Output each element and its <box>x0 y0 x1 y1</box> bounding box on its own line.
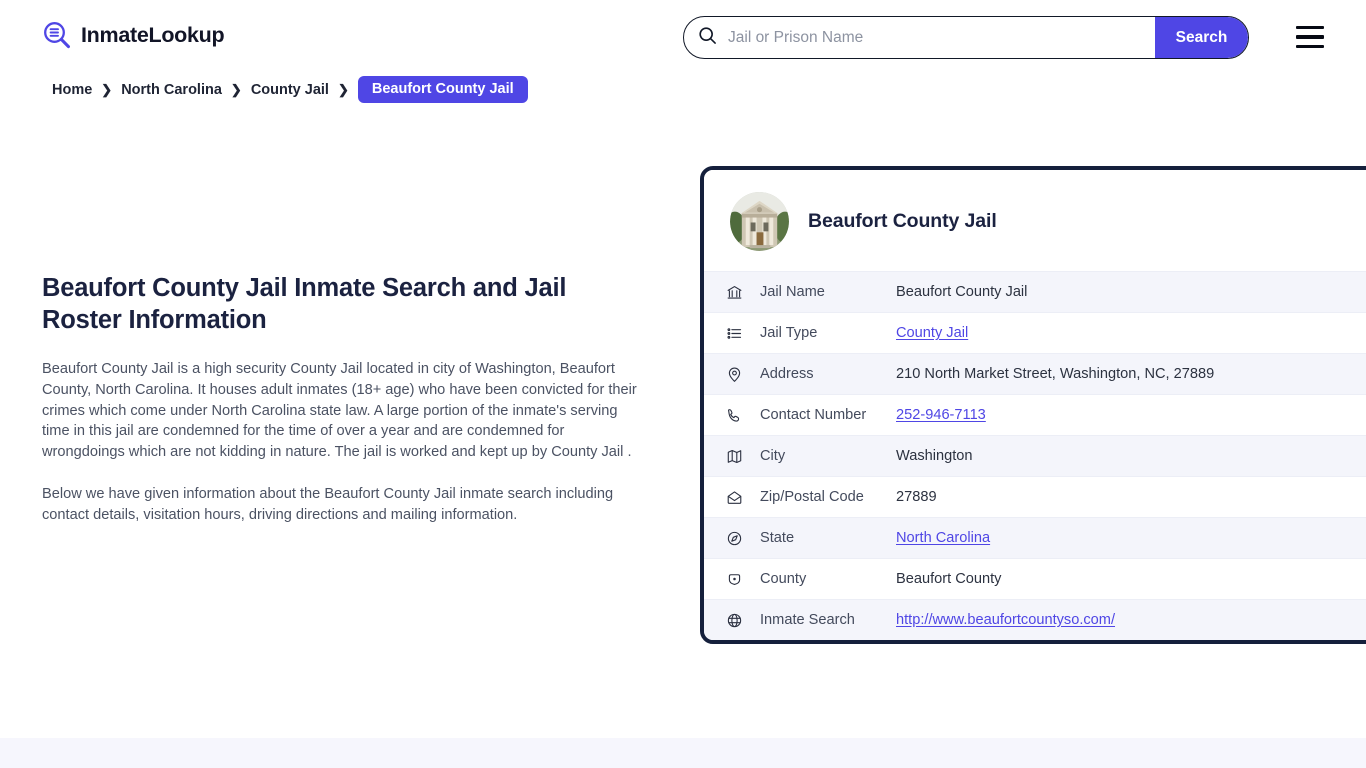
table-row: Contact Number 252-946-7113 <box>704 394 1366 435</box>
state-link[interactable]: North Carolina <box>896 530 990 546</box>
row-label: Jail Name <box>760 284 878 300</box>
row-value: Beaufort County Jail <box>896 284 1366 300</box>
phone-link[interactable]: 252-946-7113 <box>896 407 986 423</box>
magnifier-list-icon <box>42 20 72 50</box>
table-row: Jail Type County Jail <box>704 312 1366 353</box>
hamburger-bar <box>1296 35 1324 38</box>
search-bar[interactable]: Search <box>683 16 1249 59</box>
main-content-left: Beaufort County Jail Inmate Search and J… <box>42 272 642 525</box>
brand-logo-link[interactable]: InmateLookup <box>42 20 224 50</box>
search-input[interactable] <box>717 17 1155 58</box>
row-label: County <box>760 571 878 587</box>
row-label: Zip/Postal Code <box>760 489 878 505</box>
row-value: 252-946-7113 <box>896 407 1366 423</box>
search-button[interactable]: Search <box>1155 17 1248 58</box>
jail-info-card-header: Beaufort County Jail <box>704 170 1366 271</box>
breadcrumb-item-home[interactable]: Home <box>52 82 92 98</box>
map-icon <box>726 446 748 466</box>
table-row: Jail Name Beaufort County Jail <box>704 271 1366 312</box>
breadcrumb: Home ❯ North Carolina ❯ County Jail ❯ Be… <box>52 76 528 103</box>
table-row: Zip/Postal Code 27889 <box>704 476 1366 517</box>
jail-details-table: Jail Name Beaufort County Jail Jail Type… <box>704 271 1366 640</box>
row-label: City <box>760 448 878 464</box>
description-paragraph-2: Below we have given information about th… <box>42 484 642 525</box>
site-header: InmateLookup Search <box>0 0 1366 74</box>
table-row: Inmate Search http://www.beaufortcountys… <box>704 599 1366 640</box>
breadcrumb-item-state[interactable]: North Carolina <box>121 82 222 98</box>
hamburger-bar <box>1296 26 1324 29</box>
table-row: City Washington <box>704 435 1366 476</box>
table-row: Address 210 North Market Street, Washing… <box>704 353 1366 394</box>
envelope-open-icon <box>726 487 748 507</box>
jail-info-card: Beaufort County Jail Jail Name Beaufort … <box>700 166 1366 644</box>
row-label: State <box>760 530 878 546</box>
row-label: Jail Type <box>760 325 878 341</box>
phone-icon <box>726 405 748 425</box>
page-bottom-band <box>0 738 1366 768</box>
chevron-right-icon: ❯ <box>101 83 112 96</box>
row-value: Washington <box>896 448 1366 464</box>
jail-card-title: Beaufort County Jail <box>808 210 997 233</box>
list-icon <box>726 323 748 343</box>
breadcrumb-item-current: Beaufort County Jail <box>358 76 528 103</box>
map-pin-icon <box>726 364 748 384</box>
row-value: County Jail <box>896 325 1366 341</box>
row-label: Address <box>760 366 878 382</box>
search-icon <box>698 26 717 50</box>
description-paragraph-1: Beaufort County Jail is a high security … <box>42 359 642 463</box>
hamburger-menu-icon[interactable] <box>1296 26 1324 48</box>
breadcrumb-item-jail-type[interactable]: County Jail <box>251 82 329 98</box>
globe-icon <box>726 610 748 630</box>
row-value: 210 North Market Street, Washington, NC,… <box>896 366 1366 382</box>
row-value: North Carolina <box>896 530 1366 546</box>
table-row: County Beaufort County <box>704 558 1366 599</box>
bank-building-icon <box>726 282 748 302</box>
hamburger-bar <box>1296 45 1324 48</box>
row-value: http://www.beaufortcountyso.com/ <box>896 612 1366 628</box>
row-value: 27889 <box>896 489 1366 505</box>
row-label: Inmate Search <box>760 612 878 628</box>
brand-name: InmateLookup <box>81 23 224 48</box>
table-row: State North Carolina <box>704 517 1366 558</box>
row-label: Contact Number <box>760 407 878 423</box>
inmate-search-link[interactable]: http://www.beaufortcountyso.com/ <box>896 612 1115 628</box>
courthouse-photo <box>730 192 789 251</box>
chevron-right-icon: ❯ <box>338 83 349 96</box>
row-value: Beaufort County <box>896 571 1366 587</box>
chevron-right-icon: ❯ <box>231 83 242 96</box>
badge-icon <box>726 569 748 589</box>
jail-type-link[interactable]: County Jail <box>896 325 968 341</box>
page-title: Beaufort County Jail Inmate Search and J… <box>42 272 642 336</box>
globe-compass-icon <box>726 528 748 548</box>
